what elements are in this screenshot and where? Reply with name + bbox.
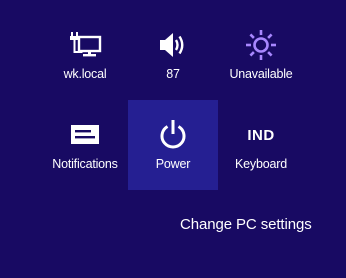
brightness-sun-icon [216, 30, 306, 60]
tile-notifications-label: Notifications [52, 157, 118, 171]
network-wired-icon [40, 30, 130, 60]
power-icon [128, 120, 218, 150]
tile-brightness-label: Unavailable [229, 67, 293, 81]
tile-network[interactable]: wk.local [40, 10, 130, 100]
tile-keyboard-label: Keyboard [235, 157, 287, 171]
tile-notifications[interactable]: Notifications [40, 100, 130, 190]
speaker-volume-icon [128, 30, 218, 60]
change-pc-settings-link[interactable]: Change PC settings [180, 215, 312, 235]
tile-volume-label: 87 [166, 67, 180, 81]
tile-power-label: Power [155, 157, 191, 171]
tile-volume[interactable]: 87 [128, 10, 218, 100]
tile-brightness[interactable]: Unavailable [216, 10, 306, 100]
tile-keyboard[interactable]: IND Keyboard [216, 100, 306, 190]
tile-power[interactable]: Power [128, 100, 218, 190]
keyboard-language-indicator: IND [247, 126, 275, 144]
tile-network-label: wk.local [63, 67, 107, 81]
message-notification-icon [40, 120, 130, 150]
settings-quick-panel: wk.local 87 Unavailable Notifications Po… [0, 0, 346, 278]
